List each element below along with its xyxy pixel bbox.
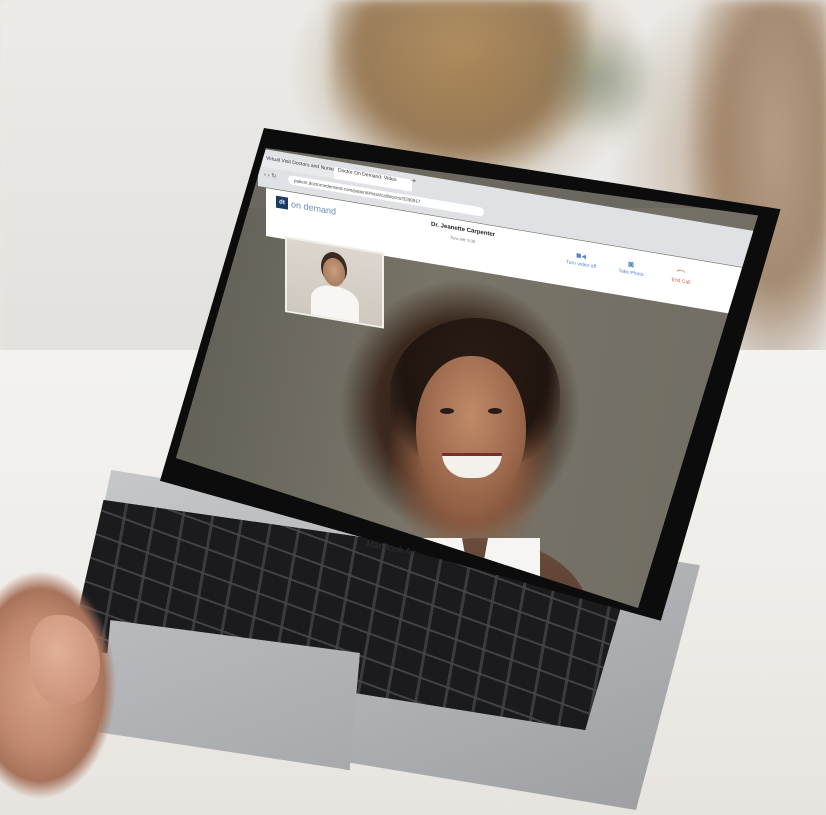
doctor-face (416, 356, 526, 506)
background-plant (540, 20, 660, 140)
doctor-eye-left (440, 408, 454, 414)
logo-text: on demand (291, 199, 337, 217)
logo-icon: dt (276, 195, 288, 210)
user-hands (0, 555, 120, 815)
turn-video-off-button[interactable]: ■◂ Turn video off (561, 247, 601, 271)
take-photo-button[interactable]: ◙ Take Photo (611, 256, 651, 280)
time-left: Time left: 9:38 (450, 234, 476, 245)
self-view-face (323, 256, 345, 289)
doctor-eye-right (488, 408, 502, 414)
doctor-name: Dr. Jeanette Carpenter (431, 221, 496, 239)
photo-scene: Virtual Visit Doctors and Nurses Doctor … (0, 0, 826, 815)
end-call-button[interactable]: ⌒ End Call (661, 264, 701, 288)
browser-nav-buttons[interactable]: ‹ › ↻ (264, 171, 276, 180)
